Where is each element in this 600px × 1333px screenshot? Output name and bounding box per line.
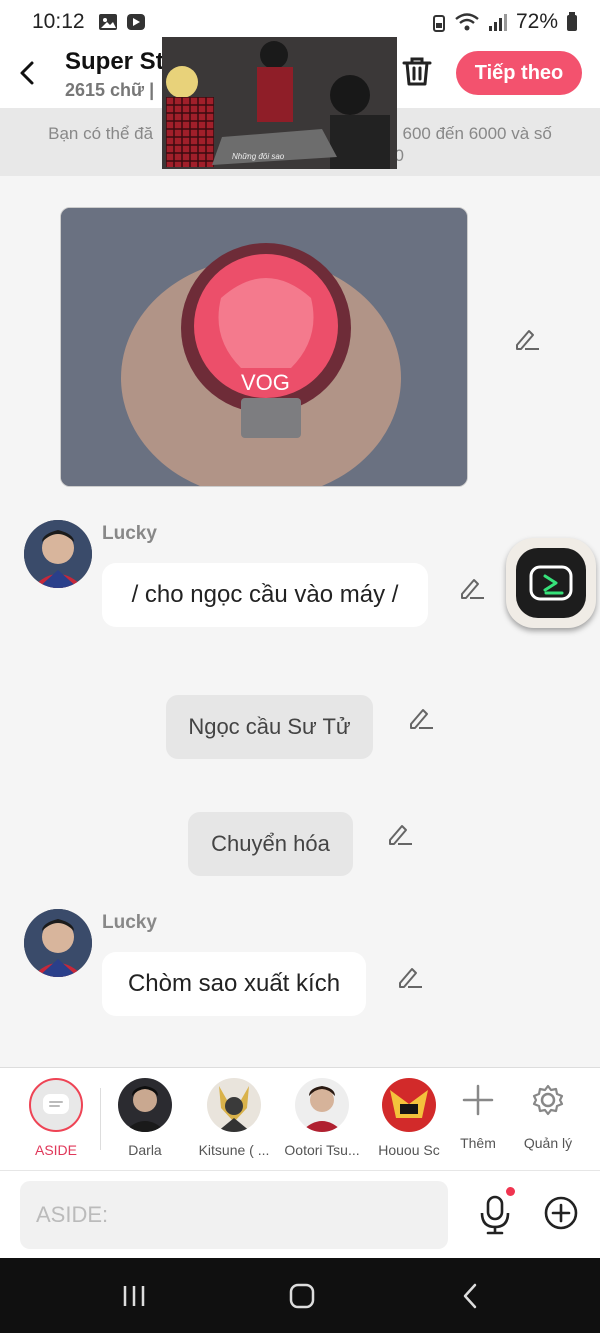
overlay-caption: Những đôi sao bbox=[232, 152, 285, 161]
character-aside[interactable]: ASIDE bbox=[16, 1078, 96, 1158]
chat-image-message[interactable]: VOG bbox=[60, 207, 468, 487]
aside-avatar bbox=[29, 1078, 83, 1132]
battery-icon bbox=[567, 12, 577, 31]
divider bbox=[100, 1088, 101, 1150]
message-input[interactable] bbox=[20, 1181, 448, 1249]
chevron-left-icon bbox=[20, 61, 34, 85]
lucky-avatar-image bbox=[24, 909, 92, 977]
voice-button[interactable] bbox=[478, 1195, 512, 1235]
aside-message[interactable]: Chuyển hóa bbox=[188, 812, 353, 876]
back-button[interactable] bbox=[12, 58, 42, 88]
edit-message-button[interactable] bbox=[458, 574, 486, 602]
add-label: Thêm bbox=[460, 1135, 496, 1151]
pencil-icon bbox=[389, 825, 412, 845]
manage-label: Quản lý bbox=[523, 1135, 573, 1151]
darla-avatar-image bbox=[118, 1078, 172, 1132]
character-darla[interactable]: Darla bbox=[105, 1078, 185, 1158]
gear-icon bbox=[532, 1084, 564, 1116]
battery-percent: 72% bbox=[515, 10, 558, 33]
composer-bar bbox=[0, 1170, 600, 1258]
lucky-avatar-image bbox=[24, 520, 92, 588]
plus-circle-icon bbox=[544, 1196, 578, 1230]
speech-bubble[interactable]: / cho ngọc cầu vào máy / bbox=[102, 563, 428, 627]
character-label: Houou Sc bbox=[378, 1142, 440, 1158]
home-button[interactable] bbox=[282, 1280, 322, 1312]
signal-icon bbox=[488, 14, 507, 31]
character-label: Ootori Tsu... bbox=[284, 1142, 360, 1158]
comic-illustration: Những đôi sao bbox=[162, 37, 397, 169]
delete-button[interactable] bbox=[400, 54, 434, 88]
trash-icon bbox=[402, 57, 432, 86]
character-label: Darla bbox=[128, 1142, 162, 1158]
status-time: 10:12 bbox=[32, 10, 85, 33]
kitsune-avatar bbox=[207, 1078, 261, 1132]
home-icon bbox=[289, 1283, 315, 1309]
manage-button[interactable]: Quản lý bbox=[508, 1078, 588, 1151]
gallery-icon bbox=[98, 14, 117, 30]
character-houou[interactable]: Houou Sc bbox=[369, 1078, 449, 1158]
story-title: Super Sta bbox=[65, 48, 178, 75]
houou-avatar-image bbox=[382, 1078, 436, 1132]
houou-avatar bbox=[382, 1078, 436, 1132]
pencil-icon bbox=[461, 579, 484, 599]
speaker-name: Lucky bbox=[102, 912, 157, 933]
ootori-avatar bbox=[295, 1078, 349, 1132]
play-screen-icon bbox=[529, 565, 573, 601]
microphone-icon bbox=[480, 1195, 510, 1235]
avatar-lucky[interactable] bbox=[24, 520, 92, 588]
edit-message-button[interactable] bbox=[407, 704, 435, 732]
speaker-name: Lucky bbox=[102, 523, 157, 544]
play-app-icon bbox=[126, 14, 145, 30]
character-ootori[interactable]: Ootori Tsu... bbox=[282, 1078, 362, 1158]
floating-app-button[interactable] bbox=[506, 538, 596, 628]
ootori-avatar-image bbox=[295, 1078, 349, 1132]
pencil-icon bbox=[516, 330, 539, 350]
system-nav-bar bbox=[0, 1258, 600, 1333]
notice-text: Bạn có thể đă bbox=[48, 124, 154, 143]
wifi-icon bbox=[455, 13, 479, 31]
character-label: ASIDE bbox=[34, 1142, 77, 1158]
back-arrow-icon bbox=[463, 1283, 477, 1309]
recents-icon bbox=[123, 1286, 145, 1306]
notice-text-tail: 600 đến 6000 và số bbox=[402, 124, 552, 143]
avatar-lucky[interactable] bbox=[24, 909, 92, 977]
edit-message-button[interactable] bbox=[513, 325, 541, 353]
notification-dot bbox=[506, 1187, 515, 1196]
pencil-icon bbox=[410, 709, 433, 729]
darla-avatar bbox=[118, 1078, 172, 1132]
edit-message-button[interactable] bbox=[396, 963, 424, 991]
add-attachment-button[interactable] bbox=[543, 1195, 579, 1231]
character-kitsune[interactable]: Kitsune ( ... bbox=[194, 1078, 274, 1158]
plus-icon bbox=[462, 1084, 494, 1116]
character-label: Kitsune ( ... bbox=[198, 1142, 270, 1158]
lock-battery-icon bbox=[432, 15, 445, 32]
word-count: 2615 chữ | bbox=[65, 80, 155, 100]
aside-message[interactable]: Ngọc cầu Sư Tử bbox=[166, 695, 373, 759]
speech-bubble[interactable]: Chòm sao xuất kích bbox=[102, 952, 366, 1016]
pencil-icon bbox=[399, 968, 422, 988]
pip-video-overlay[interactable]: Những đôi sao bbox=[162, 37, 397, 169]
kitsune-avatar-image bbox=[207, 1078, 261, 1132]
edit-message-button[interactable] bbox=[386, 820, 414, 848]
recent-apps-button[interactable] bbox=[114, 1280, 154, 1312]
character-selector: ASIDE Darla Kitsune ( ... Ootori Tsu... … bbox=[0, 1067, 600, 1170]
back-nav-button[interactable] bbox=[450, 1280, 490, 1312]
chat-bubble-icon bbox=[43, 1094, 69, 1114]
next-button[interactable]: Tiếp theo bbox=[456, 51, 582, 95]
add-character-button[interactable]: Thêm bbox=[438, 1078, 518, 1151]
svg-text:VOG: VOG bbox=[241, 370, 290, 395]
lion-orb-image: VOG bbox=[61, 208, 467, 486]
